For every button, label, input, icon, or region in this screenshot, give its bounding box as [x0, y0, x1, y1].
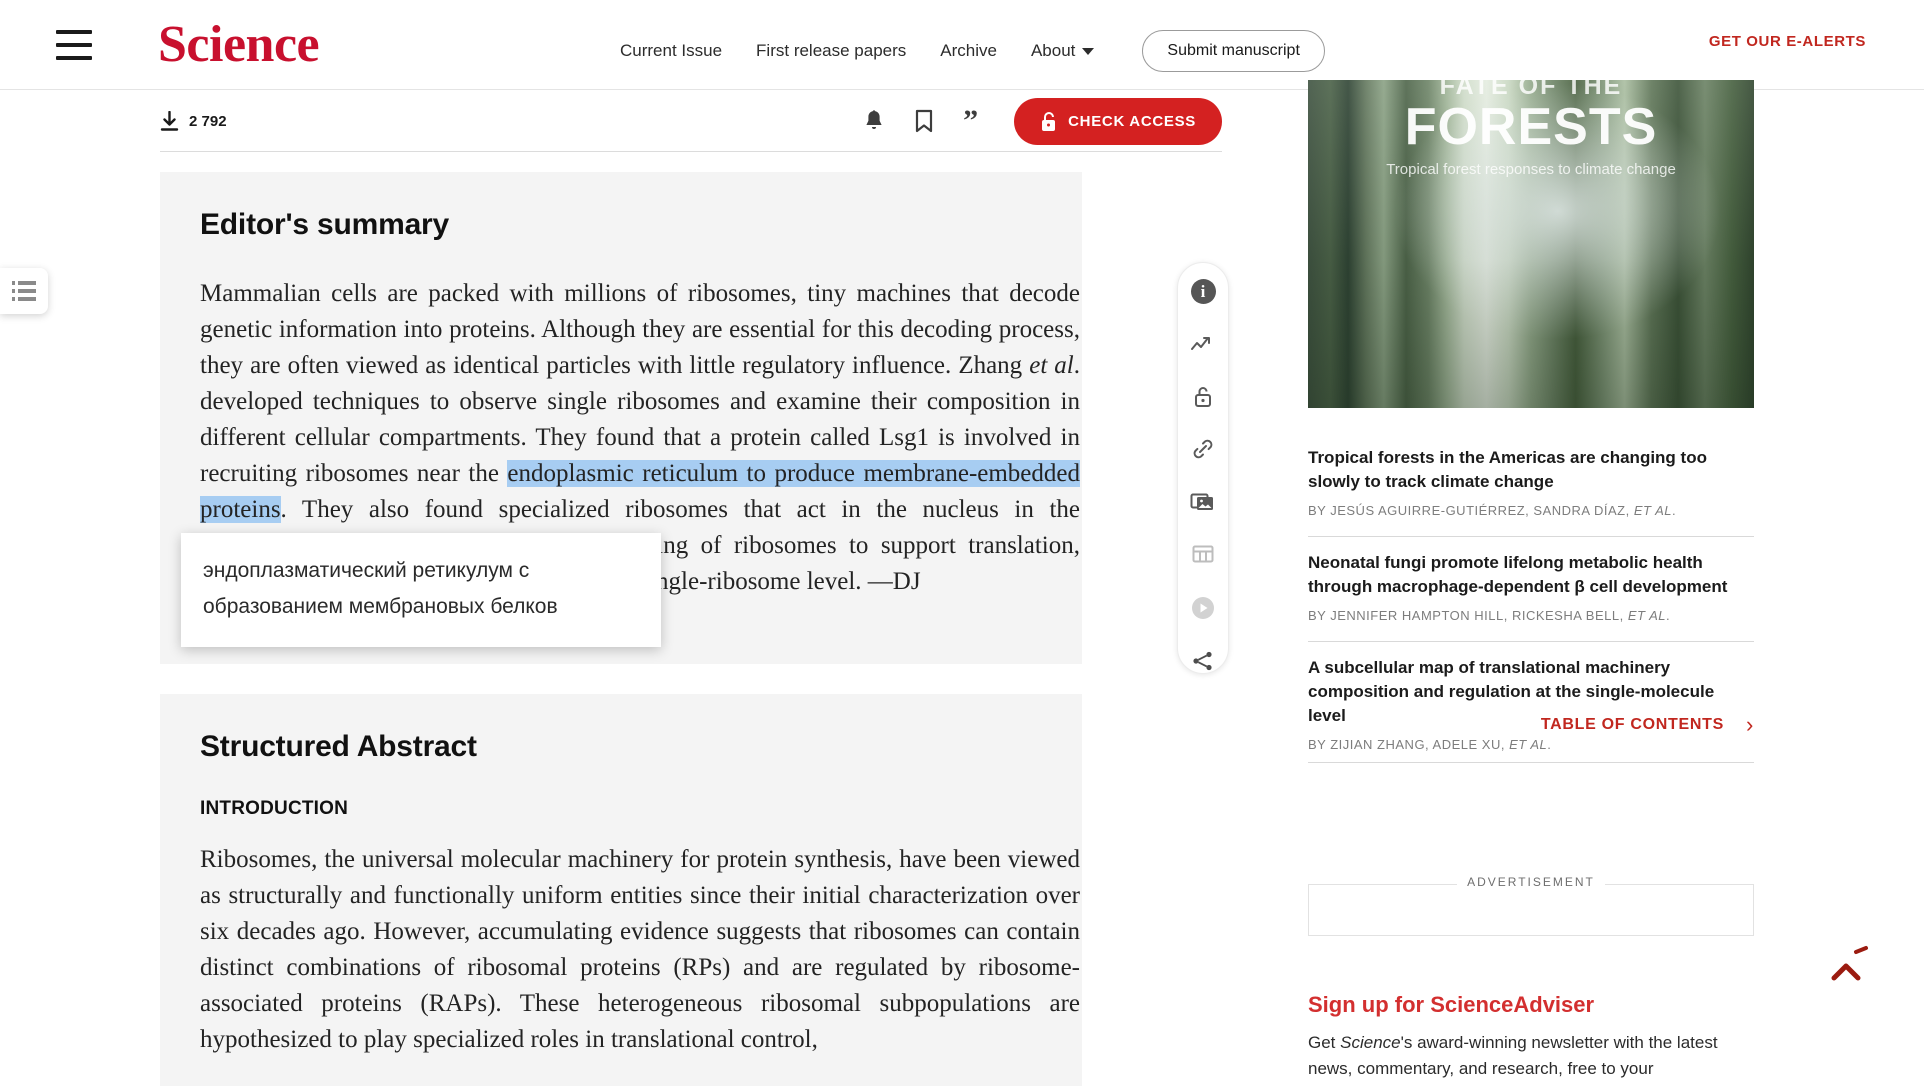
info-icon-glyph: i — [1190, 279, 1216, 304]
table-of-contents-link[interactable]: TABLE OF CONTENTS › — [1308, 712, 1754, 738]
download-count[interactable]: 2 792 — [160, 110, 227, 132]
advertisement-label: ADVERTISEMENT — [1308, 875, 1754, 889]
chevron-down-icon — [1082, 47, 1095, 55]
article-authors: BY ZIJIAN ZHANG, ADELE XU, ET AL. — [1308, 737, 1754, 752]
primary-nav: Current Issue First release papers Archi… — [620, 30, 1325, 72]
bell-icon[interactable] — [863, 109, 885, 133]
table-of-contents-label: TABLE OF CONTENTS — [1540, 716, 1724, 733]
cover-subtitle: Tropical forest responses to climate cha… — [1386, 161, 1676, 179]
list-item[interactable]: Neonatal fungi promote lifelong metaboli… — [1308, 537, 1754, 642]
nav-item-about[interactable]: About — [1031, 41, 1095, 61]
author-suffix: . — [1666, 608, 1671, 623]
hamburger-bar — [56, 56, 92, 60]
metrics-trending-icon[interactable] — [1190, 332, 1216, 357]
submit-manuscript-button[interactable]: Submit manuscript — [1142, 30, 1325, 72]
tables-icon[interactable] — [1190, 542, 1216, 567]
author-names: ZIJIAN ZHANG, ADELE XU, — [1330, 737, 1510, 752]
table-of-contents-tab[interactable] — [0, 268, 48, 314]
article-authors: BY JESÚS AGUIRRE-GUTIÉRREZ, SANDRA DÍAZ,… — [1308, 503, 1754, 518]
abstract-section-label-introduction: INTRODUCTION — [200, 798, 349, 819]
hamburger-bar — [56, 43, 92, 47]
download-count-value: 2 792 — [189, 112, 227, 130]
science-logo[interactable]: Science — [158, 12, 320, 77]
by-prefix: BY — [1308, 737, 1331, 752]
editors-summary-heading: Editor's summary — [200, 208, 450, 241]
advertisement-label-text: ADVERTISEMENT — [1457, 875, 1605, 889]
article-tools-rail: i — [1177, 262, 1229, 674]
chevron-right-icon: › — [1745, 712, 1754, 737]
structured-abstract-text: Ribosomes, the universal molecular machi… — [200, 846, 1080, 1053]
adviser-body-part1: Get — [1308, 1033, 1341, 1052]
right-sidebar: FATE OF THE FORESTS Tropical forest resp… — [1308, 0, 1924, 1086]
advertisement-slot — [1308, 884, 1754, 936]
et-al: ET AL — [1627, 608, 1666, 623]
summary-text-before: Mammalian cells are packed with millions… — [200, 280, 1080, 379]
check-access-label: CHECK ACCESS — [1068, 112, 1196, 130]
lock-open-icon — [1042, 111, 1056, 131]
unlock-icon[interactable] — [1190, 385, 1216, 410]
author-names: JENNIFER HAMPTON HILL, RICKESHA BELL, — [1330, 608, 1628, 623]
author-names: JESÚS AGUIRRE-GUTIÉRREZ, SANDRA DÍAZ, — [1330, 503, 1634, 518]
article-action-bar: 2 792 ” CHECK ACCESS — [160, 91, 1222, 152]
cover-title: FORESTS — [1404, 98, 1658, 156]
chevron-up-icon — [1831, 946, 1868, 981]
hamburger-bar — [56, 30, 92, 34]
bookmark-icon[interactable] — [915, 109, 933, 133]
by-prefix: BY — [1308, 503, 1331, 518]
science-adviser-body: Get Science's award-winning newsletter w… — [1308, 1030, 1760, 1082]
quote-icon[interactable]: ” — [963, 106, 978, 135]
issue-cover-image[interactable]: FATE OF THE FORESTS Tropical forest resp… — [1308, 80, 1754, 408]
structured-abstract-heading: Structured Abstract — [200, 730, 477, 763]
play-media-icon[interactable] — [1190, 595, 1216, 621]
structured-abstract-panel: Structured Abstract INTRODUCTION Ribosom… — [160, 694, 1082, 1086]
hamburger-menu-icon[interactable] — [56, 30, 92, 60]
figures-images-icon[interactable] — [1190, 490, 1216, 515]
info-icon[interactable]: i — [1190, 279, 1216, 304]
back-to-top-button[interactable] — [1826, 940, 1876, 996]
article-title: Neonatal fungi promote lifelong metaboli… — [1308, 553, 1728, 596]
link-icon[interactable] — [1190, 437, 1216, 462]
check-access-button[interactable]: CHECK ACCESS — [1014, 97, 1222, 145]
article-authors: BY JENNIFER HAMPTON HILL, RICKESHA BELL,… — [1308, 608, 1754, 623]
translation-text: эндоплазматический ретикулум с образован… — [203, 559, 558, 618]
adviser-body-italic: Science — [1340, 1033, 1401, 1052]
nav-item-archive[interactable]: Archive — [940, 41, 997, 61]
list-icon — [12, 281, 36, 301]
article-title: Tropical forests in the Americas are cha… — [1308, 448, 1707, 491]
share-icon[interactable] — [1190, 649, 1216, 674]
list-item[interactable]: Tropical forests in the Americas are cha… — [1308, 432, 1754, 537]
science-adviser-signup: Sign up for ScienceAdviser Get Science's… — [1308, 992, 1760, 1082]
list-item[interactable]: A subcellular map of translational machi… — [1308, 642, 1754, 770]
sidebar-divider — [1308, 762, 1754, 763]
article-actions: ” CHECK ACCESS — [863, 97, 1222, 145]
nav-item-first-release-papers[interactable]: First release papers — [756, 41, 906, 61]
science-adviser-title[interactable]: Sign up for ScienceAdviser — [1308, 992, 1760, 1018]
summary-et-al: et al — [1029, 352, 1074, 379]
et-al: ET AL — [1633, 503, 1672, 518]
cover-text: FATE OF THE FORESTS Tropical forest resp… — [1308, 80, 1754, 179]
nav-item-current-issue[interactable]: Current Issue — [620, 41, 722, 61]
translation-tooltip[interactable]: эндоплазматический ретикулум с образован… — [181, 533, 661, 647]
by-prefix: BY — [1308, 608, 1331, 623]
nav-item-about-label[interactable]: About — [1031, 41, 1075, 61]
author-suffix: . — [1671, 503, 1677, 518]
download-icon — [160, 110, 179, 131]
et-al: ET AL — [1509, 737, 1548, 752]
author-suffix: . — [1547, 737, 1552, 752]
